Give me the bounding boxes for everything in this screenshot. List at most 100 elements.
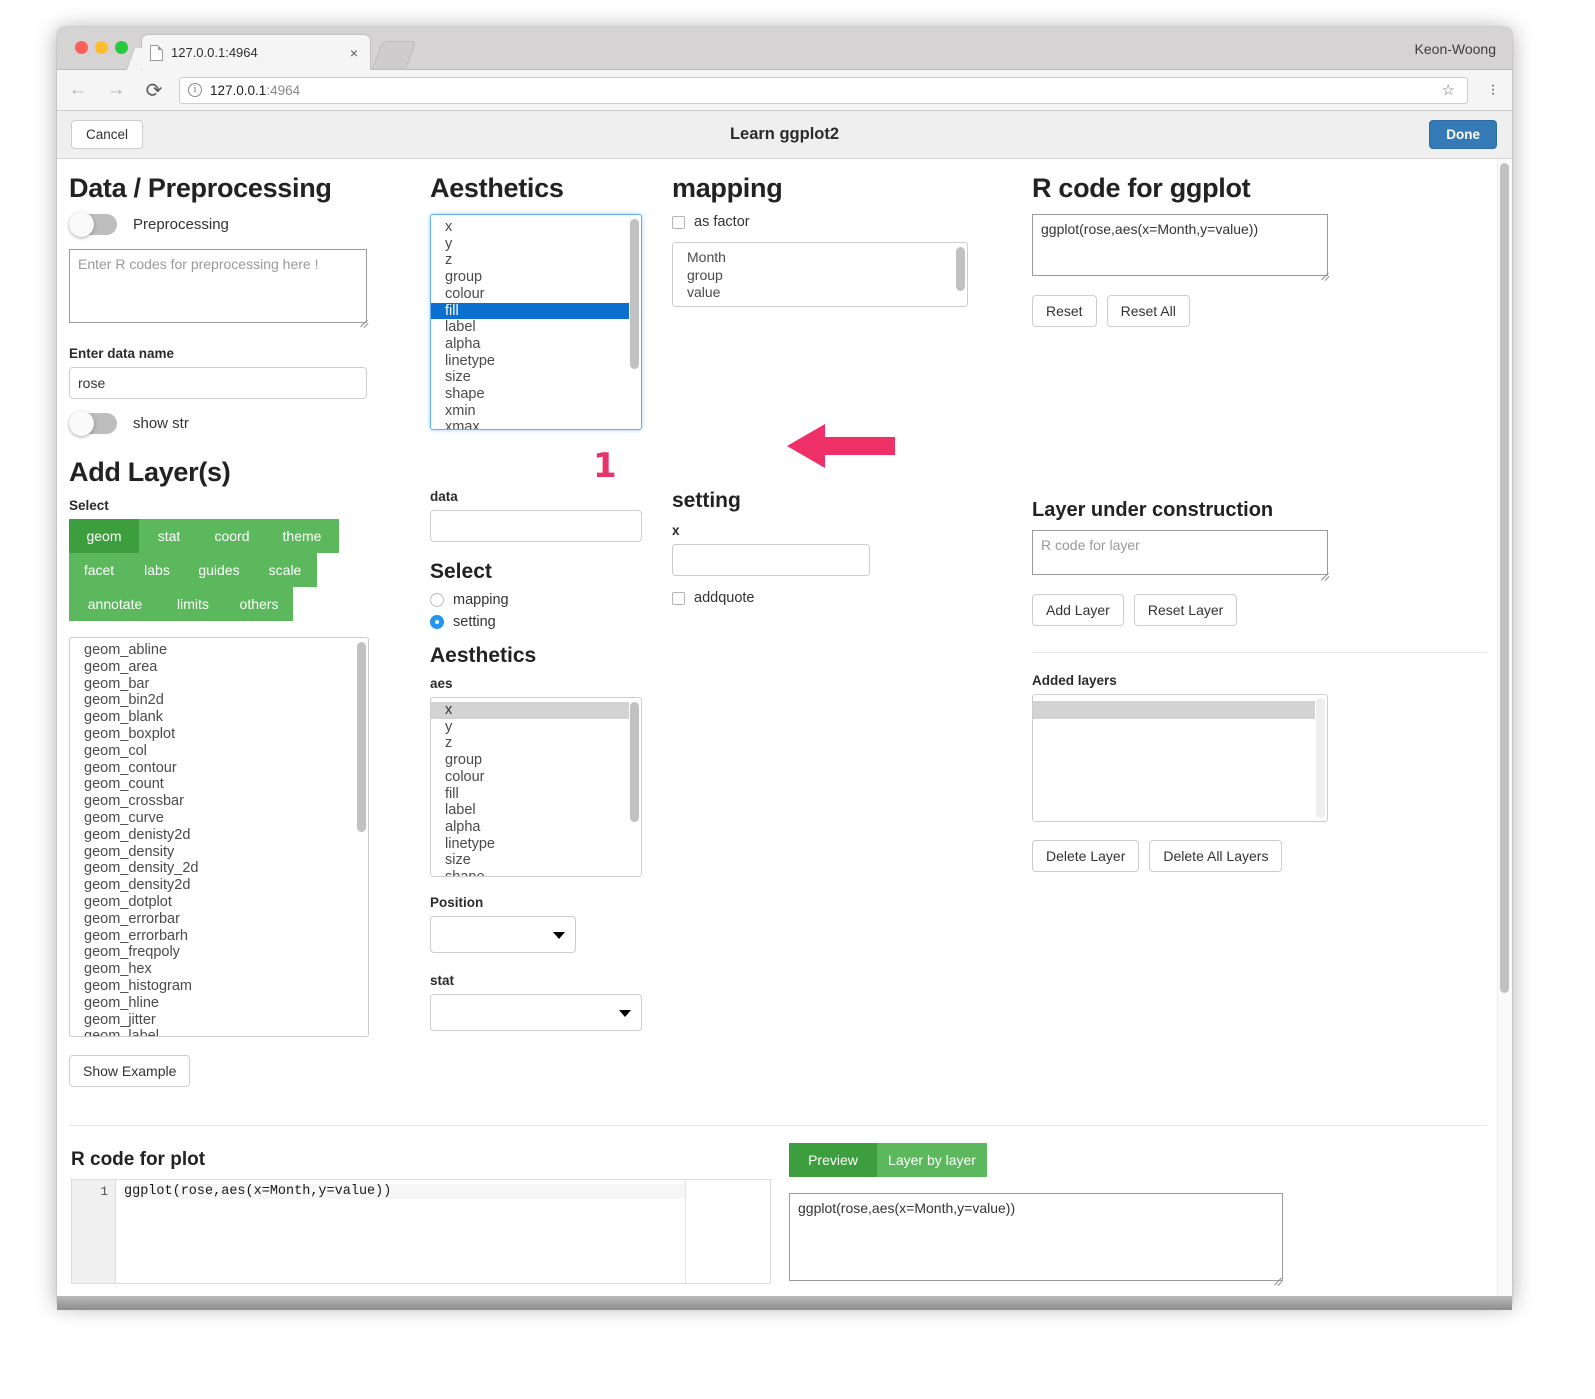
radio-mapping[interactable] <box>430 593 444 607</box>
profile-label[interactable]: Keon-Woong <box>1415 41 1496 57</box>
list-item[interactable]: geom_blank <box>70 709 368 726</box>
list-item[interactable]: x <box>431 219 641 236</box>
added-layers-listbox[interactable] <box>1032 694 1328 822</box>
layer-type-button-limits[interactable]: limits <box>161 587 225 621</box>
close-icon[interactable]: × <box>346 45 362 61</box>
layer-type-button-others[interactable]: others <box>225 587 293 621</box>
list-item[interactable]: geom_density2d <box>70 877 368 894</box>
list-item[interactable]: geom_errorbarh <box>70 928 368 945</box>
radio-setting[interactable] <box>430 615 444 629</box>
list-item[interactable]: geom_area <box>70 659 368 676</box>
bookmark-star-icon[interactable]: ☆ <box>1442 81 1455 99</box>
list-item[interactable]: geom_contour <box>70 760 368 777</box>
list-item[interactable]: geom_density_2d <box>70 860 368 877</box>
code-line[interactable]: ggplot(rose,aes(x=Month,y=value)) <box>122 1184 685 1199</box>
list-item[interactable]: group <box>431 269 641 286</box>
list-item[interactable]: alpha <box>431 336 641 353</box>
tab-layer-by-layer[interactable]: Layer by layer <box>877 1143 987 1177</box>
layer-type-button-geom[interactable]: geom <box>69 519 139 553</box>
list-item[interactable]: geom_histogram <box>70 978 368 995</box>
addquote-checkbox[interactable] <box>672 591 685 605</box>
list-item[interactable]: size <box>431 852 641 869</box>
preprocessing-toggle[interactable]: Preprocessing <box>69 212 429 237</box>
list-item[interactable]: value <box>673 284 967 302</box>
list-item[interactable] <box>1033 701 1315 719</box>
layer-type-button-annotate[interactable]: annotate <box>69 587 161 621</box>
list-item[interactable]: geom_boxplot <box>70 726 368 743</box>
list-item[interactable]: geom_abline <box>70 642 368 659</box>
geom-listbox[interactable]: geom_abline geom_area geom_bar geom_bin2d ge… <box>69 637 369 1037</box>
browser-menu-icon[interactable]: · · · <box>1480 78 1506 102</box>
radio-setting-row[interactable]: setting <box>430 614 660 630</box>
addquote-checkbox-row[interactable]: addquote <box>672 590 932 606</box>
setting-x-input[interactable] <box>672 544 870 576</box>
address-bar[interactable]: i 127.0.0.1 :4964 ☆ <box>179 76 1468 104</box>
list-item[interactable]: geom_denisty2d <box>70 827 368 844</box>
listbox-scrollbar[interactable] <box>630 219 639 369</box>
back-icon[interactable]: ← <box>61 73 95 107</box>
list-item[interactable]: group <box>431 752 641 769</box>
site-info-icon[interactable]: i <box>188 83 202 97</box>
position-select[interactable] <box>430 916 576 953</box>
browser-tab[interactable]: 127.0.0.1:4964 × <box>141 34 371 70</box>
preprocessing-textarea[interactable] <box>69 249 367 323</box>
code-editor[interactable]: 1 ggplot(rose,aes(x=Month,y=value)) <box>71 1179 771 1284</box>
layer-data-input[interactable] <box>430 510 642 542</box>
list-item[interactable]: colour <box>431 769 641 786</box>
list-item[interactable]: fill <box>431 302 629 320</box>
preview-tabs[interactable]: Preview Layer by layer <box>789 1143 1329 1177</box>
window-maximize-button[interactable] <box>115 41 128 54</box>
r-code-ggplot-textarea[interactable]: ggplot(rose,aes(x=Month,y=value)) <box>1032 214 1328 276</box>
list-item[interactable]: linetype <box>431 353 641 370</box>
layer-code-textarea[interactable] <box>1032 530 1328 575</box>
aes-list[interactable]: x y z group colour fill label alpha linetype size… <box>431 698 641 876</box>
page-scrollbar[interactable] <box>1497 159 1512 1303</box>
listbox-scrollbar[interactable] <box>630 702 639 822</box>
list-item[interactable]: geom_crossbar <box>70 793 368 810</box>
layer-type-button-theme[interactable]: theme <box>265 519 339 553</box>
list-item[interactable]: group <box>673 267 967 285</box>
reset-layer-button[interactable]: Reset Layer <box>1133 594 1238 626</box>
list-item[interactable]: y <box>431 719 641 736</box>
list-item[interactable]: y <box>431 236 641 253</box>
added-layers-list[interactable] <box>1033 695 1327 719</box>
radio-mapping-row[interactable]: mapping <box>430 592 660 608</box>
layer-type-button-labs[interactable]: labs <box>129 553 185 587</box>
list-item[interactable]: geom_count <box>70 776 368 793</box>
list-item[interactable]: label <box>431 319 641 336</box>
done-button[interactable]: Done <box>1429 120 1497 149</box>
list-item[interactable]: fill <box>431 786 641 803</box>
list-item[interactable]: shape <box>431 386 641 403</box>
new-tab-button[interactable] <box>371 41 417 70</box>
delete-layer-button[interactable]: Delete Layer <box>1032 840 1140 872</box>
page-scrollbar-thumb[interactable] <box>1500 163 1509 993</box>
aes-listbox[interactable]: x y z group colour fill label alpha linetype size… <box>430 697 642 877</box>
reset-all-button[interactable]: Reset All <box>1106 295 1190 327</box>
list-item[interactable]: Month <box>673 249 967 267</box>
list-item[interactable]: x <box>431 702 629 719</box>
list-item[interactable]: xmax <box>431 419 641 429</box>
list-item[interactable]: geom_hex <box>70 961 368 978</box>
list-item[interactable]: z <box>431 252 641 269</box>
tab-preview[interactable]: Preview <box>789 1143 877 1177</box>
stat-select[interactable] <box>430 994 642 1031</box>
as-factor-checkbox[interactable] <box>672 215 685 229</box>
list-item[interactable]: geom_bin2d <box>70 692 368 709</box>
list-item[interactable]: shape <box>431 869 641 876</box>
editor-content[interactable]: ggplot(rose,aes(x=Month,y=value)) <box>116 1180 685 1283</box>
data-name-input[interactable] <box>69 367 367 399</box>
forward-icon[interactable]: → <box>99 73 133 107</box>
geom-list[interactable]: geom_abline geom_area geom_bar geom_bin2d ge… <box>70 638 368 1036</box>
reload-icon[interactable]: ⟳ <box>137 73 171 107</box>
layer-type-button-stat[interactable]: stat <box>139 519 199 553</box>
layer-type-button-facet[interactable]: facet <box>69 553 129 587</box>
mapping-listbox[interactable]: Month group value <box>672 242 968 307</box>
list-item[interactable]: geom_label <box>70 1028 368 1036</box>
toggle-track[interactable] <box>69 411 117 436</box>
list-item[interactable]: geom_curve <box>70 810 368 827</box>
window-minimize-button[interactable] <box>95 41 108 54</box>
list-item[interactable]: z <box>431 735 641 752</box>
list-item[interactable]: size <box>431 369 641 386</box>
show-example-button[interactable]: Show Example <box>69 1055 191 1087</box>
listbox-scrollbar[interactable] <box>357 642 366 832</box>
